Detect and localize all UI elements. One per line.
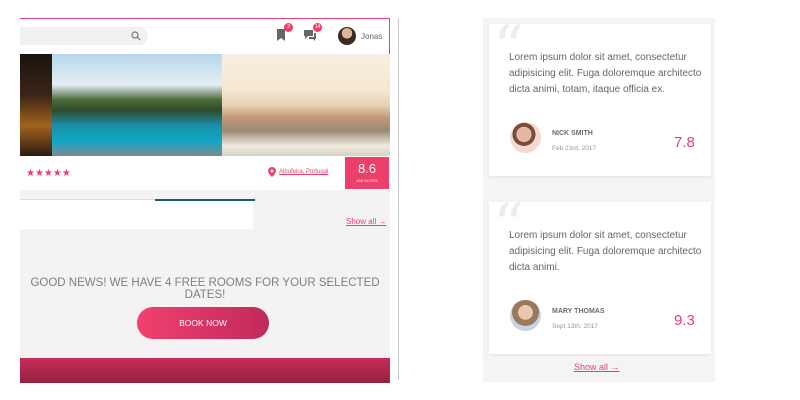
- panel-divider: [398, 18, 399, 380]
- bookmark-badge: 2: [284, 23, 293, 32]
- review-card: “ Lorem ipsum dolor sit amet, consectetu…: [489, 18, 711, 176]
- gallery-photo-pool[interactable]: [52, 54, 222, 156]
- gallery-photo-coast[interactable]: [222, 54, 390, 156]
- review-date: Sept 13th, 2017: [552, 323, 598, 330]
- gallery-photo-lobby[interactable]: [20, 54, 52, 156]
- show-all-link[interactable]: Show all →: [346, 217, 386, 226]
- rating-votes: 439 VOTES: [356, 178, 378, 183]
- reviewer-avatar: [510, 300, 541, 331]
- location-link[interactable]: Albufeira, Portugal: [279, 169, 328, 175]
- user-avatar[interactable]: [338, 27, 356, 45]
- search-icon[interactable]: [131, 31, 141, 41]
- top-bar: 2 14 Jonas: [20, 18, 390, 54]
- user-name[interactable]: Jonas: [361, 32, 382, 41]
- listing-info-bar: ★★★★★ Albufeira, Portugal 8.6 439 VOTES: [20, 156, 390, 190]
- book-now-button[interactable]: BOOK NOW: [137, 307, 269, 339]
- tab-bar[interactable]: [20, 199, 253, 229]
- rating-badge: 8.6 439 VOTES: [345, 157, 389, 189]
- reviews-panel: “ Lorem ipsum dolor sit amet, consectetu…: [483, 18, 715, 382]
- reviewer-name: MARY THOMAS: [552, 308, 605, 315]
- footer-band: [20, 358, 390, 383]
- review-score: 9.3: [674, 312, 695, 329]
- review-score: 7.8: [674, 134, 695, 151]
- review-text: Lorem ipsum dolor sit amet, consectetur …: [509, 230, 702, 273]
- reviewer-avatar: [510, 122, 541, 153]
- reviewer-name: NICK SMITH: [552, 130, 593, 137]
- bookmarks-button[interactable]: 2: [274, 23, 293, 42]
- review-text: Lorem ipsum dolor sit amet, consectetur …: [509, 52, 702, 95]
- star-rating: ★★★★★: [26, 168, 71, 179]
- review-card: “ Lorem ipsum dolor sit amet, consectetu…: [489, 196, 711, 354]
- tab-active-indicator: [155, 199, 255, 201]
- search-input[interactable]: [20, 27, 148, 45]
- hotel-panel: 2 14 Jonas ★★★★★ Albufeira, Portugal 8.6…: [20, 18, 390, 383]
- messages-button[interactable]: 14: [303, 23, 322, 42]
- map-pin-icon: [268, 167, 276, 177]
- reviews-show-all-link[interactable]: Show all →: [574, 362, 620, 372]
- rating-value: 8.6: [357, 161, 377, 176]
- messages-badge: 14: [313, 23, 322, 32]
- review-date: Feb 23rd, 2017: [552, 145, 597, 152]
- photo-gallery[interactable]: [20, 54, 390, 156]
- availability-message: GOOD NEWS! WE HAVE 4 FREE ROOMS FOR YOUR…: [30, 277, 380, 301]
